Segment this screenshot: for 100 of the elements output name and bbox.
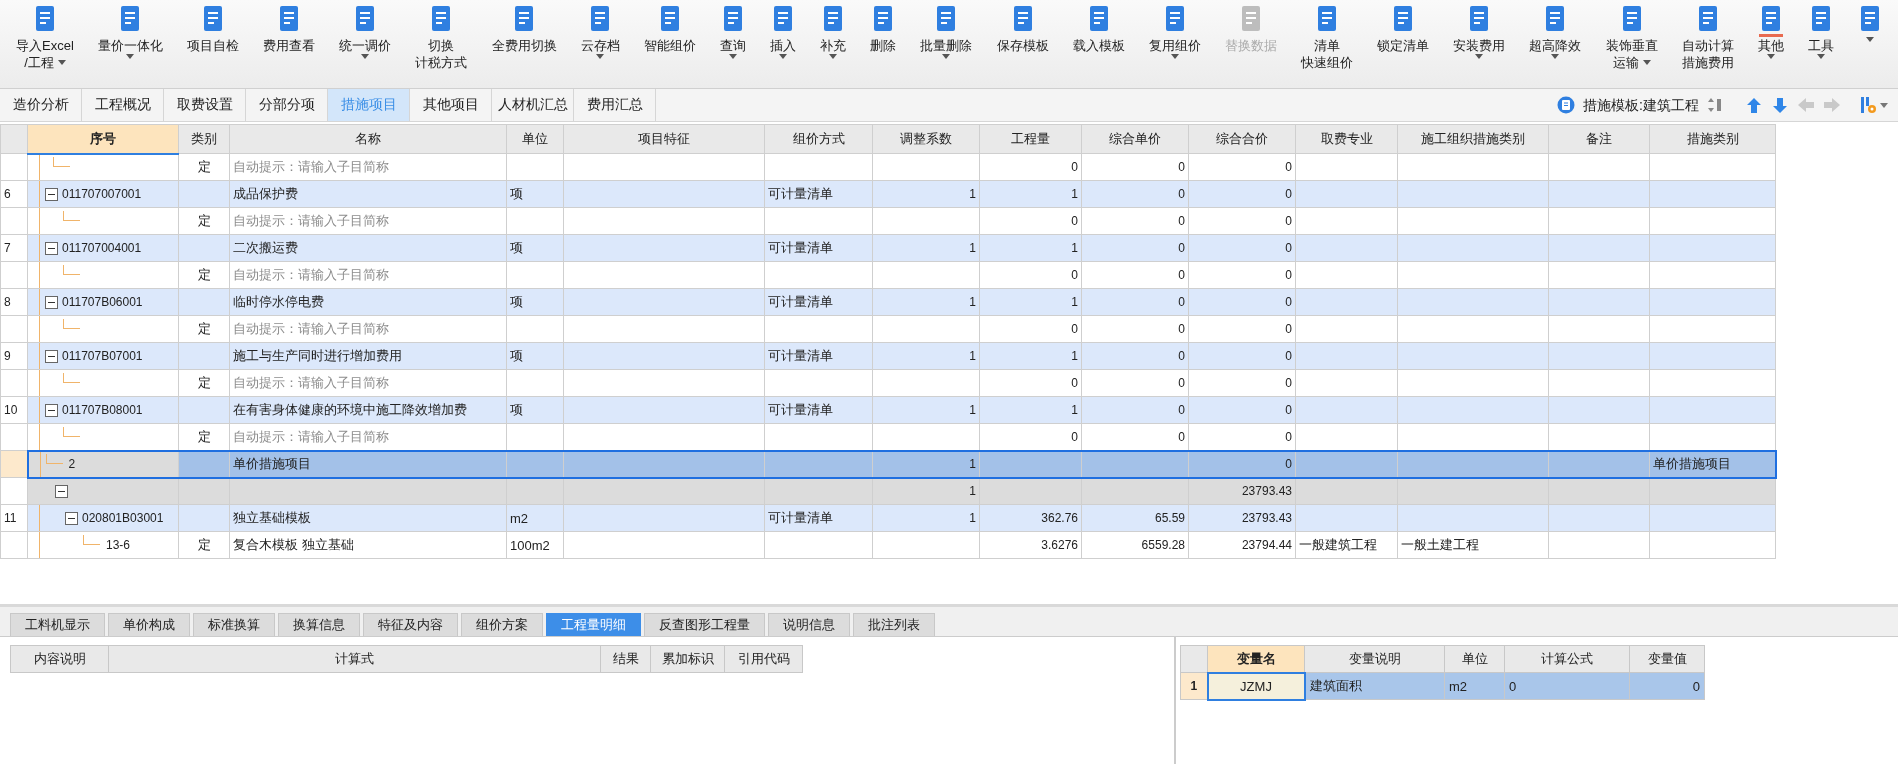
- toolbar-button[interactable]: 查询: [707, 0, 759, 88]
- column-header[interactable]: 计算式: [108, 645, 601, 673]
- nav-button[interactable]: [1771, 96, 1789, 114]
- column-header[interactable]: 调整系数: [872, 124, 980, 154]
- column-header[interactable]: 单位: [506, 124, 564, 154]
- column-header[interactable]: 取费专业: [1295, 124, 1398, 154]
- collapse-toggle[interactable]: [45, 187, 58, 201]
- toolbar-button[interactable]: 批量删除: [908, 0, 985, 88]
- table-cell: 0: [1629, 672, 1705, 700]
- tab[interactable]: 工料机显示: [10, 613, 105, 636]
- toolbar-button[interactable]: 补充: [808, 0, 859, 88]
- column-header[interactable]: 备注: [1548, 124, 1650, 154]
- toolbar-button[interactable]: 工具: [1795, 0, 1847, 88]
- tab[interactable]: 反查图形工程量: [644, 613, 765, 636]
- item-code: 011707B08001: [62, 403, 143, 417]
- table-cell: 临时停水停电费: [229, 288, 507, 316]
- column-header[interactable]: 变量说明: [1304, 645, 1445, 673]
- collapse-toggle[interactable]: [45, 349, 58, 363]
- table-cell: 1: [979, 342, 1082, 370]
- tab[interactable]: 其他项目: [410, 89, 492, 121]
- table-cell: 0: [1504, 672, 1630, 700]
- toolbar-button[interactable]: 智能组价: [631, 0, 708, 88]
- table-cell: 自动提示：请输入子目简称: [229, 369, 507, 397]
- column-header[interactable]: 引用代码: [724, 645, 803, 673]
- toolbar-button[interactable]: 复用组价: [1136, 0, 1213, 88]
- toolbar-button[interactable]: 切换 计税方式: [403, 0, 480, 88]
- caret-icon: [779, 54, 788, 59]
- row-number: 9: [0, 342, 28, 370]
- toolbar-button[interactable]: 全费用切换: [479, 0, 569, 88]
- toolbar-button[interactable]: 量价一体化: [85, 0, 176, 88]
- tab[interactable]: 说明信息: [768, 613, 850, 636]
- toolbar-button[interactable]: 超高降效: [1517, 0, 1594, 88]
- tab[interactable]: 造价分析: [0, 89, 82, 121]
- column-header[interactable]: 综合单价: [1081, 124, 1189, 154]
- tree-line: [83, 535, 100, 545]
- toolbar-button[interactable]: 费用查看: [251, 0, 328, 88]
- toolbar-button[interactable]: 安装费用: [1441, 0, 1518, 88]
- toolbar-button[interactable]: 锁定清单: [1365, 0, 1442, 88]
- column-header[interactable]: 结果: [600, 645, 651, 673]
- tab[interactable]: 工程概况: [82, 89, 164, 121]
- toolbar-button[interactable]: 保存模板: [984, 0, 1061, 88]
- column-header[interactable]: 措施类别: [1649, 124, 1776, 154]
- collapse-toggle[interactable]: [45, 403, 58, 417]
- column-header[interactable]: 组价方式: [764, 124, 873, 154]
- table-cell: 0: [1081, 153, 1189, 181]
- column-header[interactable]: 单位: [1444, 645, 1505, 673]
- caret-icon: [126, 54, 135, 59]
- sort-icon: [1707, 96, 1723, 114]
- column-header[interactable]: 累加标识: [650, 645, 725, 673]
- column-header[interactable]: 内容说明: [10, 645, 109, 673]
- template-selector[interactable]: 措施模板:建筑工程: [1583, 95, 1699, 115]
- caret-icon: [1475, 54, 1484, 59]
- table-cell: 0: [1188, 234, 1296, 262]
- table-cell: 在有害身体健康的环境中施工降效增加费: [229, 396, 507, 424]
- table-cell: 1: [979, 180, 1082, 208]
- tree-line: [63, 265, 80, 275]
- settings-button[interactable]: [1859, 96, 1888, 114]
- column-header[interactable]: 类别: [178, 124, 230, 154]
- column-header[interactable]: 序号: [27, 124, 179, 154]
- toolbar-button[interactable]: 导入Excel /工程: [4, 0, 86, 88]
- toolbar-button[interactable]: 载入模板: [1060, 0, 1137, 88]
- column-header[interactable]: 计算公式: [1504, 645, 1630, 673]
- toolbar-button[interactable]: 统一调价: [327, 0, 404, 88]
- collapse-toggle[interactable]: [45, 295, 58, 309]
- table-cell: 复合木模板 独立基础: [229, 531, 507, 559]
- tab[interactable]: 特征及内容: [363, 613, 458, 636]
- tab[interactable]: 单价构成: [108, 613, 190, 636]
- tab[interactable]: 批注列表: [853, 613, 935, 636]
- table-cell: 0: [1188, 180, 1296, 208]
- tab[interactable]: 标准换算: [193, 613, 275, 636]
- column-header[interactable]: 名称: [229, 124, 507, 154]
- caret-icon: [57, 60, 66, 65]
- column-header[interactable]: 施工组织措施类别: [1397, 124, 1549, 154]
- toolbar-button[interactable]: 其他: [1745, 0, 1796, 88]
- tab[interactable]: 取费设置: [164, 89, 246, 121]
- toolbar-button[interactable]: 清单 快速组价: [1289, 0, 1366, 88]
- column-header[interactable]: 项目特征: [563, 124, 765, 154]
- column-header[interactable]: 变量值: [1629, 645, 1705, 673]
- table-cell: 3.6276: [979, 531, 1082, 559]
- tab[interactable]: 费用汇总: [574, 89, 656, 121]
- tab[interactable]: 人材机汇总: [492, 89, 574, 121]
- table-cell: 可计量清单: [764, 342, 873, 370]
- collapse-toggle[interactable]: [45, 241, 58, 255]
- toolbar-button[interactable]: 删除: [858, 0, 909, 88]
- toolbar-button[interactable]: 项目自检: [175, 0, 252, 88]
- collapse-toggle[interactable]: [65, 511, 78, 525]
- tab[interactable]: 组价方案: [461, 613, 543, 636]
- document-icon: [1239, 5, 1263, 33]
- column-header[interactable]: 变量名: [1207, 645, 1305, 673]
- column-header[interactable]: 工程量: [979, 124, 1082, 154]
- column-header[interactable]: 综合合价: [1188, 124, 1296, 154]
- toolbar-button[interactable]: 插入: [758, 0, 809, 88]
- tab[interactable]: 换算信息: [278, 613, 360, 636]
- toolbar-button[interactable]: 自动计算 措施费用: [1669, 0, 1746, 88]
- toolbar-button[interactable]: 云存档: [568, 0, 632, 88]
- collapse-toggle[interactable]: [55, 484, 68, 498]
- table-cell: 23793.43: [1188, 477, 1296, 505]
- toolbar-button[interactable]: 装饰垂直 运输: [1593, 0, 1670, 88]
- arrow-right-icon: [1823, 96, 1841, 114]
- nav-button[interactable]: [1745, 96, 1763, 114]
